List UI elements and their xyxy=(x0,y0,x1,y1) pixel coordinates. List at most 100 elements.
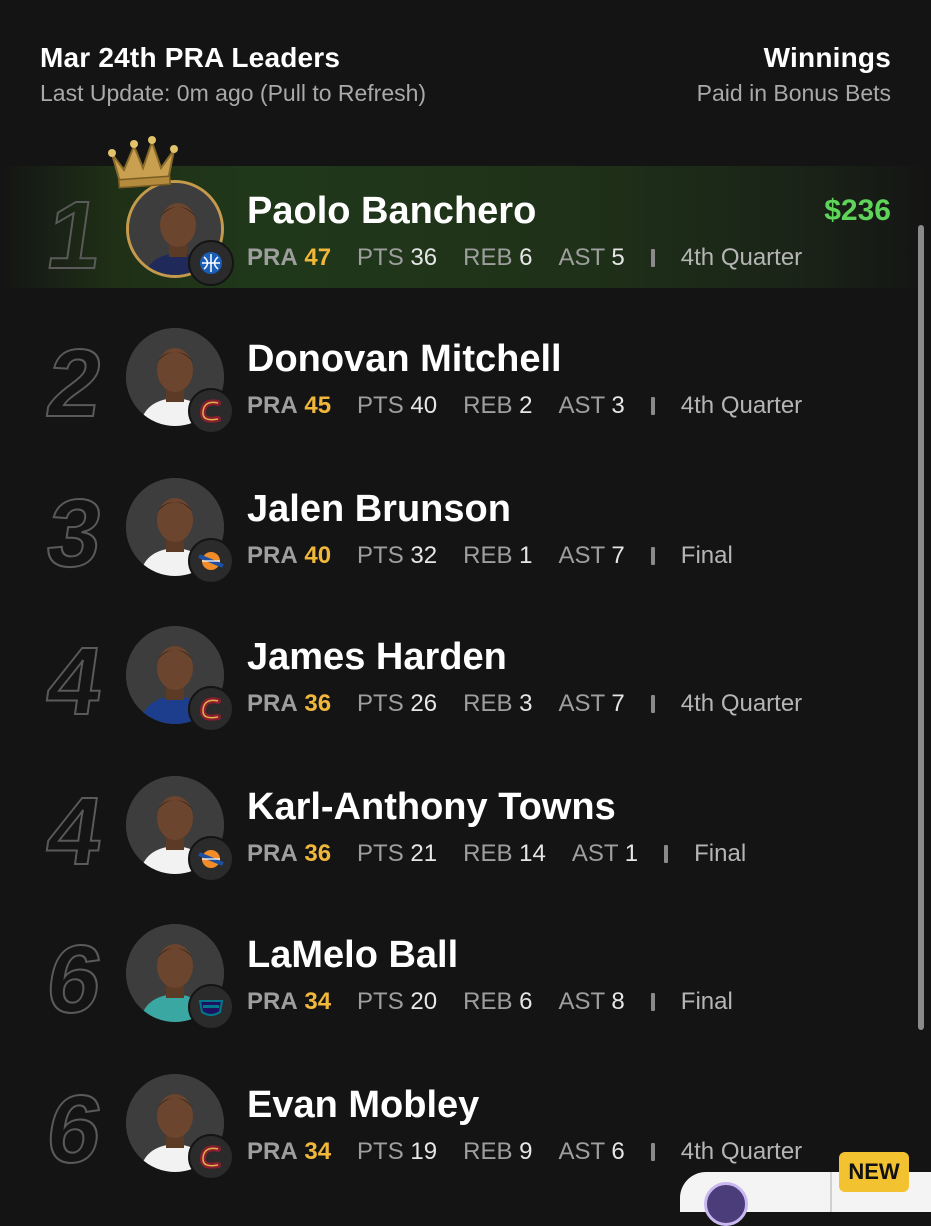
pts-label: PTS xyxy=(357,542,404,569)
pra-value: 45 xyxy=(304,392,332,419)
pts-value: 21 xyxy=(410,840,438,867)
player-name: Evan Mobley xyxy=(247,1084,480,1126)
stat-divider xyxy=(664,845,669,863)
pra-label: PRA xyxy=(247,988,298,1015)
rank-number: 4 xyxy=(40,627,110,736)
pra-label: PRA xyxy=(247,542,298,569)
pts-value: 20 xyxy=(410,988,438,1015)
reb-label: REB xyxy=(463,244,513,271)
scrollbar[interactable] xyxy=(918,225,924,1030)
rank-number: 6 xyxy=(40,925,110,1034)
leaderboard-row[interactable]: 3 Jalen Brunson PRA 40 PTS 32 REB 1 AST 7 Fina… xyxy=(0,464,931,592)
pra-label: PRA xyxy=(247,392,298,419)
pra-value: 40 xyxy=(304,542,332,569)
pts-value: 40 xyxy=(410,392,438,419)
leaderboard-header: Mar 24th PRA Leaders Last Update: 0m ago… xyxy=(40,42,891,107)
ast-label: AST xyxy=(558,542,605,569)
stat-divider xyxy=(650,547,655,565)
pts-value: 26 xyxy=(410,690,438,717)
pts-value: 32 xyxy=(410,542,438,569)
stat-divider xyxy=(650,249,655,267)
knicks-logo-icon xyxy=(188,538,234,584)
pra-label: PRA xyxy=(247,1138,298,1165)
stat-divider xyxy=(650,1143,655,1161)
winnings-title: Winnings xyxy=(763,42,891,73)
leaderboard-row[interactable]: 2 Donovan Mitchell PRA 45 PTS 40 REB 2 AST 3 4… xyxy=(0,314,931,442)
last-update-text[interactable]: Last Update: 0m ago (Pull to Refresh) xyxy=(40,80,426,107)
header-left: Mar 24th PRA Leaders Last Update: 0m ago… xyxy=(40,42,426,107)
rank-number: 6 xyxy=(40,1075,110,1184)
ast-value: 3 xyxy=(611,392,625,419)
ast-label: AST xyxy=(558,988,605,1015)
rank-number: 4 xyxy=(40,777,110,886)
pra-value: 34 xyxy=(304,988,332,1015)
player-name: James Harden xyxy=(247,636,507,678)
leaderboard-row[interactable]: 6 LaMelo Ball PRA 34 PTS 20 REB 6 AST 8 Final xyxy=(0,910,931,1038)
reb-label: REB xyxy=(463,988,513,1015)
pts-label: PTS xyxy=(357,392,404,419)
header-right: Winnings Paid in Bonus Bets xyxy=(697,42,891,107)
ast-label: AST xyxy=(558,1138,605,1165)
player-stats: PRA 36 PTS 26 REB 3 AST 7 4th Quarter xyxy=(247,690,802,718)
rank-number: 3 xyxy=(40,479,110,588)
cavaliers-logo-icon xyxy=(188,388,234,434)
pts-value: 36 xyxy=(410,244,438,271)
hornets-logo-icon xyxy=(188,984,234,1030)
ast-label: AST xyxy=(558,392,605,419)
reb-label: REB xyxy=(463,1138,513,1165)
cavaliers-logo-icon xyxy=(188,686,234,732)
ast-label: AST xyxy=(558,244,605,271)
player-stats: PRA 45 PTS 40 REB 2 AST 3 4th Quarter xyxy=(247,392,802,420)
player-name: Donovan Mitchell xyxy=(247,338,562,380)
player-name: Karl-Anthony Towns xyxy=(247,786,616,828)
pra-label: PRA xyxy=(247,690,298,717)
ast-value: 1 xyxy=(624,840,639,867)
player-stats: PRA 36 PTS 21 REB 14 AST 1 Final xyxy=(247,840,746,868)
stat-divider xyxy=(650,397,655,415)
pra-value: 34 xyxy=(304,1138,332,1165)
leaderboard-row[interactable]: 6 Evan Mobley PRA 34 PTS 19 REB 9 AST 6 4th Qu… xyxy=(0,1060,931,1188)
reb-value: 3 xyxy=(519,690,533,717)
nav-divider xyxy=(830,1172,832,1212)
player-stats: PRA 34 PTS 19 REB 9 AST 6 4th Quarter xyxy=(247,1138,802,1166)
knicks-logo-icon xyxy=(188,836,234,882)
reb-value: 6 xyxy=(519,244,533,271)
ast-value: 6 xyxy=(611,1138,625,1165)
reb-value: 2 xyxy=(519,392,533,419)
reb-value: 1 xyxy=(519,542,533,569)
game-status: Final xyxy=(680,542,733,569)
player-name: Jalen Brunson xyxy=(247,488,511,530)
ast-value: 5 xyxy=(611,244,625,271)
ast-value: 7 xyxy=(611,690,625,717)
game-status: 4th Quarter xyxy=(680,244,803,271)
winnings-amount: $236 xyxy=(824,194,891,227)
cavaliers-logo-icon xyxy=(188,1134,234,1180)
new-badge: NEW xyxy=(839,1152,909,1192)
pra-label: PRA xyxy=(247,840,298,867)
player-name: LaMelo Ball xyxy=(247,934,459,976)
page-title: Mar 24th PRA Leaders xyxy=(40,42,341,73)
player-stats: PRA 47 PTS 36 REB 6 AST 5 4th Quarter xyxy=(247,244,802,272)
leaderboard-row[interactable]: 4 Karl-Anthony Towns PRA 36 PTS 21 REB 14 AST… xyxy=(0,762,931,890)
stat-divider xyxy=(650,993,655,1011)
pts-label: PTS xyxy=(357,1138,404,1165)
reb-label: REB xyxy=(463,392,513,419)
game-status: 4th Quarter xyxy=(680,1138,803,1165)
rank-number: 2 xyxy=(40,329,110,438)
pra-value: 36 xyxy=(304,690,332,717)
rank-number: 1 xyxy=(40,181,110,290)
crown-icon xyxy=(108,136,178,189)
pts-value: 19 xyxy=(410,1138,438,1165)
leaderboard-row[interactable]: 4 James Harden PRA 36 PTS 26 REB 3 AST 7 4th Q… xyxy=(0,612,931,740)
pra-label: PRA xyxy=(247,244,298,271)
game-status: 4th Quarter xyxy=(680,392,803,419)
pts-label: PTS xyxy=(357,840,404,867)
player-name: Paolo Banchero xyxy=(247,190,537,232)
magic-logo-icon xyxy=(188,240,234,286)
pra-value: 36 xyxy=(304,840,332,867)
ast-label: AST xyxy=(558,690,605,717)
game-status: Final xyxy=(694,840,747,867)
player-stats: PRA 34 PTS 20 REB 6 AST 8 Final xyxy=(247,988,733,1016)
promo-icon xyxy=(704,1182,748,1226)
pts-label: PTS xyxy=(357,988,404,1015)
